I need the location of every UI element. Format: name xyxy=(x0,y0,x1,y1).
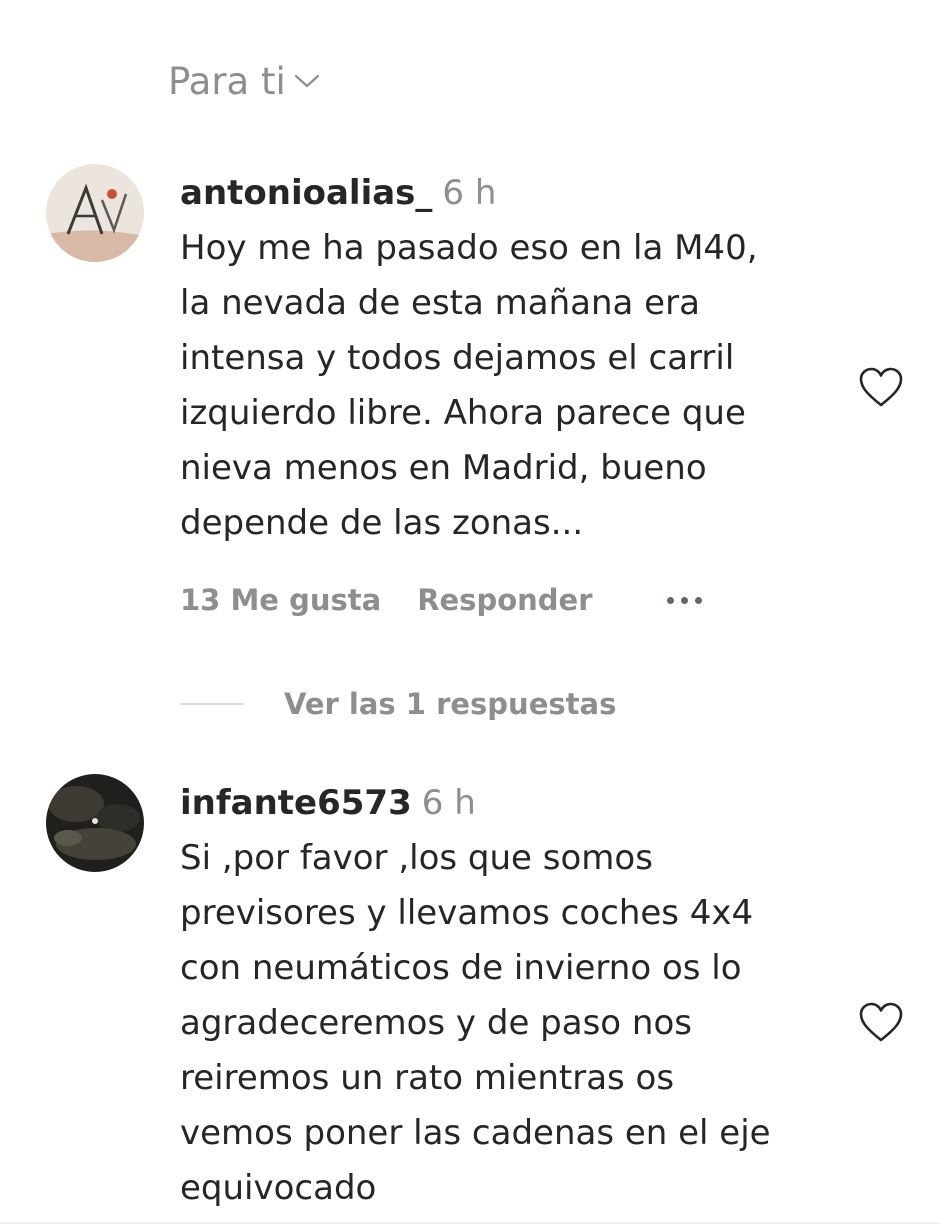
comment-username[interactable]: infante6573 xyxy=(180,783,412,823)
like-button[interactable] xyxy=(857,1000,905,1044)
avatar[interactable] xyxy=(46,164,144,262)
comment-timestamp[interactable]: 6 h xyxy=(422,783,476,823)
comment-text-line: equivocado xyxy=(180,1168,377,1208)
comment-text: Si ,por favor ,los que somos previsores … xyxy=(180,831,840,1216)
comment-text-line: reiremos un rato mientras os xyxy=(180,1058,675,1098)
comment-text-line: vemos poner las cadenas en el eje xyxy=(180,1113,771,1153)
comment-username[interactable]: antonioalias_ xyxy=(180,173,432,213)
comment-timestamp[interactable]: 6 h xyxy=(442,173,496,213)
view-replies-button[interactable]: Ver las 1 respuestas xyxy=(180,684,616,724)
more-options-icon[interactable] xyxy=(666,596,702,604)
comment-header: antonioalias_ 6 h xyxy=(180,170,840,216)
comment-text-line: la nevada de esta mañana era xyxy=(180,283,700,323)
like-button[interactable] xyxy=(857,365,905,409)
comment-text-line: Si ,por favor ,los que somos xyxy=(180,838,653,878)
heart-outline-icon xyxy=(857,1000,905,1044)
comment-text-line: depende de las zonas... xyxy=(180,503,584,543)
replies-divider xyxy=(180,703,244,705)
heart-outline-icon xyxy=(857,365,905,409)
comment-text-line: Hoy me ha pasado eso en la M40, xyxy=(180,228,758,268)
sort-label: Para ti xyxy=(168,59,286,103)
chevron-down-icon xyxy=(294,73,320,89)
view-replies-label: Ver las 1 respuestas xyxy=(284,687,617,721)
comment-text-line: nieva menos en Madrid, bueno xyxy=(180,448,707,488)
comment-text: Hoy me ha pasado eso en la M40, la nevad… xyxy=(180,221,840,551)
comment-header: infante6573 6 h xyxy=(180,780,840,826)
bottom-divider xyxy=(0,1222,940,1224)
comment-text-line: agradeceremos y de paso nos xyxy=(180,1003,692,1043)
comment-text-line: con neumáticos de invierno os lo xyxy=(180,948,742,988)
comment-text-line: previsores y llevamos coches 4x4 xyxy=(180,893,754,933)
comment-text-line: intensa y todos dejamos el carril xyxy=(180,338,735,378)
likes-count-link[interactable]: 13 Me gusta xyxy=(180,583,381,617)
sort-selector[interactable]: Para ti xyxy=(168,56,320,106)
avatar[interactable] xyxy=(46,774,144,872)
comment-actions: 13 Me gusta Responder xyxy=(180,580,702,620)
comment-text-line: izquierdo libre. Ahora parece que xyxy=(180,393,746,433)
reply-button[interactable]: Responder xyxy=(417,583,592,617)
